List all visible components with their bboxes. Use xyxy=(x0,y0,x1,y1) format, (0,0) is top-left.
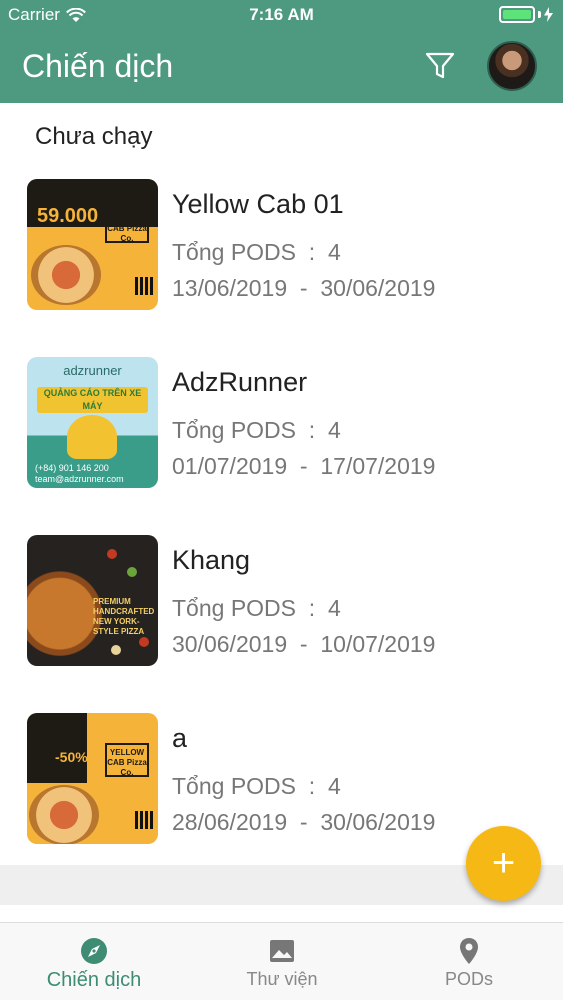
campaign-dates: 01/07/2019 - 17/07/2019 xyxy=(172,453,435,480)
tab-campaigns[interactable]: Chiến dịch xyxy=(0,923,188,1000)
campaign-item[interactable]: -50% YELLOW CAB Pizza Co. a Tổng PODS : … xyxy=(0,706,563,856)
add-campaign-button[interactable]: + xyxy=(466,826,541,901)
status-bar: Carrier 7:16 AM xyxy=(0,0,563,30)
campaign-thumbnail: 59.000 YELLOW CAB Pizza Co. xyxy=(27,179,158,310)
campaign-name: AdzRunner xyxy=(172,367,308,397)
campaign-item[interactable]: 59.000 YELLOW CAB Pizza Co. Yellow Cab 0… xyxy=(0,172,563,322)
qr-code-icon xyxy=(135,811,153,829)
thumbnail-text: PREMIUM HANDCRAFTED NEW YORK-STYLE PIZZA xyxy=(93,597,155,636)
date-separator: - xyxy=(287,275,321,301)
section-label: Chưa chạy xyxy=(35,123,153,150)
page-title: Chiến dịch xyxy=(22,48,174,84)
pods-label: Tổng PODS xyxy=(172,239,296,265)
thumbnail-logo: YELLOW CAB Pizza Co. xyxy=(105,209,149,243)
compass-icon xyxy=(81,938,107,964)
start-date: 01/07/2019 xyxy=(172,453,288,479)
campaign-thumbnail: PREMIUM HANDCRAFTED NEW YORK-STYLE PIZZA xyxy=(27,535,158,666)
pods-count: 4 xyxy=(327,239,341,265)
thumbnail-contact: (+84) 901 146 200 team@adzrunner.com xyxy=(35,463,124,485)
date-separator: - xyxy=(287,809,321,835)
tab-pods[interactable]: PODs xyxy=(375,923,563,1000)
campaign-name: Yellow Cab 01 xyxy=(172,189,344,219)
tab-label: Chiến dịch xyxy=(46,969,142,991)
thumbnail-logo: YELLOW CAB Pizza Co. xyxy=(105,743,149,777)
end-date: 30/06/2019 xyxy=(320,809,436,835)
pods-separator: : xyxy=(296,773,328,799)
filter-button[interactable] xyxy=(422,48,458,84)
user-avatar[interactable] xyxy=(487,41,537,91)
plus-icon: + xyxy=(491,841,516,885)
pods-label: Tổng PODS xyxy=(172,595,296,621)
pods-separator: : xyxy=(296,417,328,443)
campaign-dates: 13/06/2019 - 30/06/2019 xyxy=(172,275,435,302)
charging-bolt-icon xyxy=(544,7,553,22)
tab-library[interactable]: Thư viện xyxy=(188,923,376,1000)
pods-separator: : xyxy=(296,595,328,621)
start-date: 28/06/2019 xyxy=(172,809,288,835)
start-date: 13/06/2019 xyxy=(172,275,288,301)
campaign-pods: Tổng PODS : 4 xyxy=(172,595,341,622)
campaign-name: a xyxy=(172,723,188,753)
thumbnail-brand: adzrunner xyxy=(63,363,122,378)
thumbnail-banner: QUẢNG CÁO TRÊN XE MÁY xyxy=(37,387,148,413)
campaign-thumbnail: adzrunner QUẢNG CÁO TRÊN XE MÁY (+84) 90… xyxy=(27,357,158,488)
campaign-pods: Tổng PODS : 4 xyxy=(172,773,341,800)
pods-count: 4 xyxy=(327,595,341,621)
qr-code-icon xyxy=(135,277,153,295)
date-separator: - xyxy=(287,631,321,657)
campaign-thumbnail: -50% YELLOW CAB Pizza Co. xyxy=(27,713,158,844)
location-pin-icon xyxy=(460,938,478,964)
campaign-pods: Tổng PODS : 4 xyxy=(172,239,341,266)
pods-count: 4 xyxy=(327,773,341,799)
image-icon xyxy=(270,940,294,962)
campaign-pods: Tổng PODS : 4 xyxy=(172,417,341,444)
date-separator: - xyxy=(287,453,321,479)
campaign-item[interactable]: PREMIUM HANDCRAFTED NEW YORK-STYLE PIZZA… xyxy=(0,528,563,678)
start-date: 30/06/2019 xyxy=(172,631,288,657)
bottom-tab-bar: Chiến dịch Thư viện PODs xyxy=(0,922,563,1000)
end-date: 17/07/2019 xyxy=(320,453,436,479)
end-date: 30/06/2019 xyxy=(320,275,436,301)
campaign-dates: 28/06/2019 - 30/06/2019 xyxy=(172,809,435,836)
pods-label: Tổng PODS xyxy=(172,417,296,443)
app-header: Carrier 7:16 AM Chiến dịch xyxy=(0,0,563,103)
campaign-item[interactable]: adzrunner QUẢNG CÁO TRÊN XE MÁY (+84) 90… xyxy=(0,350,563,500)
pods-label: Tổng PODS xyxy=(172,773,296,799)
thumbnail-price: 59.000 xyxy=(37,205,99,227)
thumbnail-price: -50% xyxy=(55,749,88,765)
end-date: 10/07/2019 xyxy=(320,631,436,657)
filter-icon xyxy=(425,52,455,79)
campaign-dates: 30/06/2019 - 10/07/2019 xyxy=(172,631,435,658)
tab-label: PODs xyxy=(444,969,493,989)
pods-separator: : xyxy=(296,239,328,265)
pods-count: 4 xyxy=(327,417,341,443)
thumbnail-email: team@adzrunner.com xyxy=(35,474,124,484)
campaign-name: Khang xyxy=(172,545,251,575)
battery-icon xyxy=(499,6,553,23)
status-time: 7:16 AM xyxy=(249,5,314,24)
thumbnail-phone: (+84) 901 146 200 xyxy=(35,463,109,473)
tab-label: Thư viện xyxy=(246,969,318,989)
